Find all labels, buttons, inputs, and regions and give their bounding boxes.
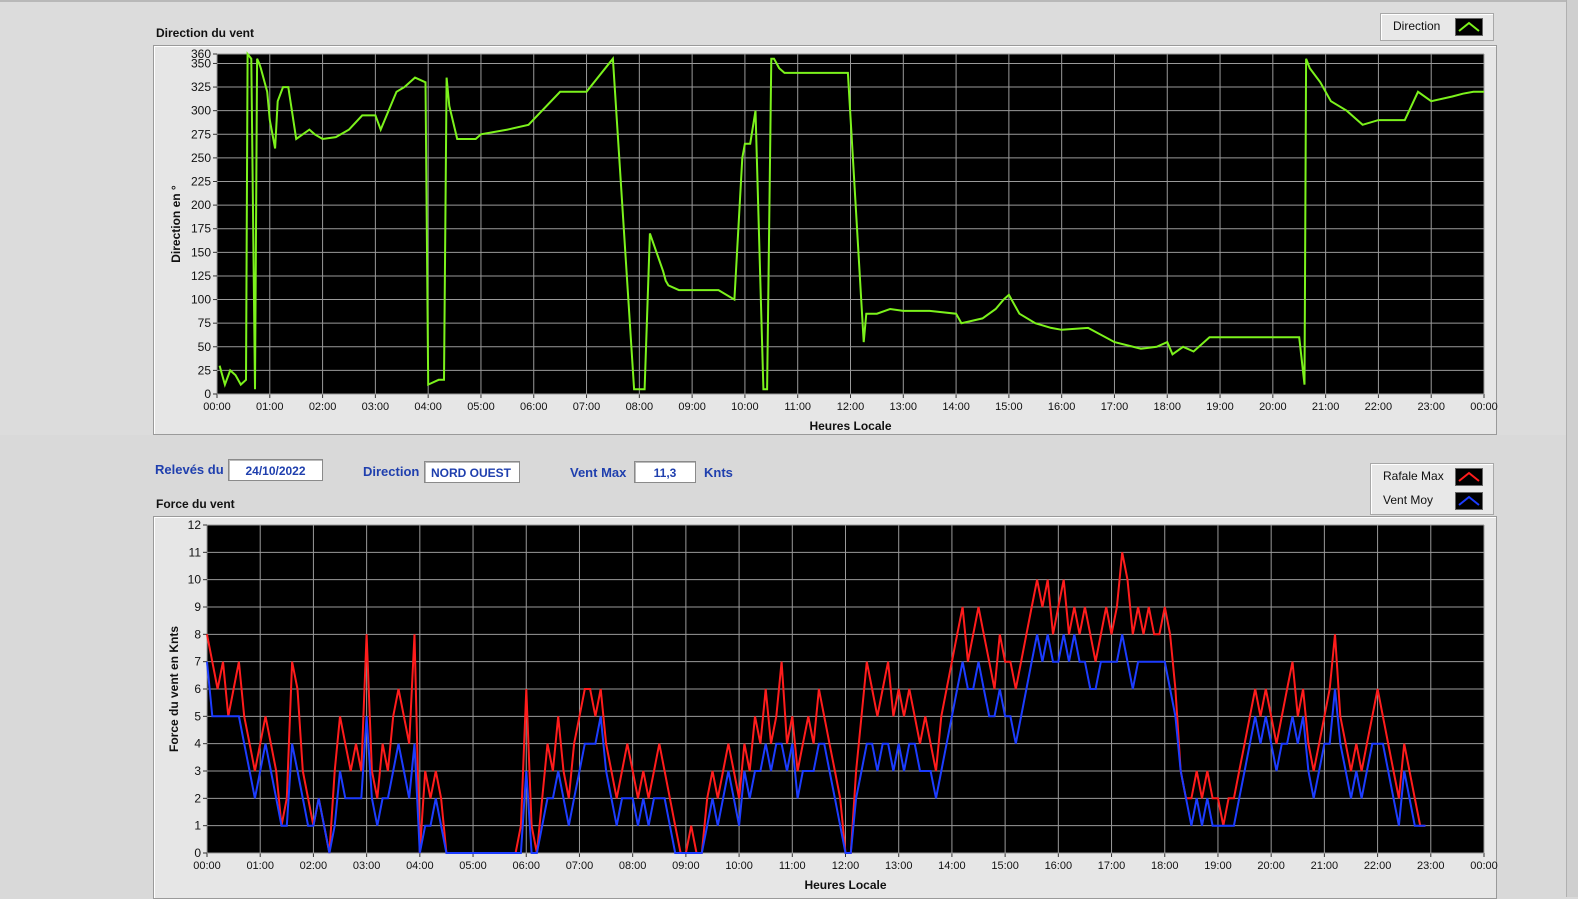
force-chart: 00:00 01:00 02:00 03:00 04:00 05:00 06:00 07:00… <box>167 518 1498 892</box>
force-x-tick-label: 17:00 <box>1098 860 1126 872</box>
force-x-tick-label: 18:00 <box>1151 860 1179 872</box>
force-x-tick-label: 13:00 <box>885 860 913 872</box>
force-y-tick-label: 8 <box>194 627 201 641</box>
force-x-tick-label: 01:00 <box>246 860 274 872</box>
force-y-tick-label: 10 <box>188 573 202 587</box>
force-y-tick-label: 3 <box>194 764 201 778</box>
force-y-tick-label: 5 <box>194 709 201 723</box>
force-x-tick-label: 04:00 <box>406 860 434 872</box>
force-x-tick-label: 22:00 <box>1364 860 1392 872</box>
force-x-tick-label: 23:00 <box>1417 860 1445 872</box>
force-y-axis-label: Force du vent en Knts <box>167 626 181 752</box>
force-x-tick-label: 00:00 <box>193 860 221 872</box>
force-x-tick-label: 11:00 <box>779 860 806 872</box>
force-y-tick-label: 4 <box>194 737 201 751</box>
force-y-tick-label: 2 <box>194 791 201 805</box>
force-x-axis-label: Heures Locale <box>804 878 886 892</box>
force-y-tick-label: 9 <box>194 600 201 614</box>
force-x-tick-label: 15:00 <box>991 860 1019 872</box>
force-x-tick-label: 05:00 <box>459 860 487 872</box>
force-x-tick-label: 06:00 <box>512 860 540 872</box>
force-x-tick-label: 14:00 <box>938 860 966 872</box>
force-y-tick-label: 7 <box>194 655 201 669</box>
force-x-tick-label: 20:00 <box>1257 860 1285 872</box>
force-y-tick-label: 11 <box>189 545 202 559</box>
force-x-tick-label: 09:00 <box>672 860 700 872</box>
force-x-tick-label: 10:00 <box>725 860 753 872</box>
force-x-tick-label: 03:00 <box>353 860 381 872</box>
force-x-tick-label: 02:00 <box>300 860 328 872</box>
force-y-tick-label: 0 <box>194 846 201 860</box>
force-y-tick-label: 1 <box>194 819 201 833</box>
force-x-tick-label: 16:00 <box>1045 860 1073 872</box>
force-x-tick-label: 07:00 <box>566 860 594 872</box>
force-x-tick-label: 21:00 <box>1311 860 1339 872</box>
force-x-tick-label: 08:00 <box>619 860 647 872</box>
force-y-tick-label: 6 <box>194 682 201 696</box>
force-x-tick-label: 00:00 <box>1470 860 1498 872</box>
force-x-tick-label: 12:00 <box>832 860 860 872</box>
force-x-tick-label: 19:00 <box>1204 860 1232 872</box>
force-y-tick-label: 12 <box>188 518 202 532</box>
